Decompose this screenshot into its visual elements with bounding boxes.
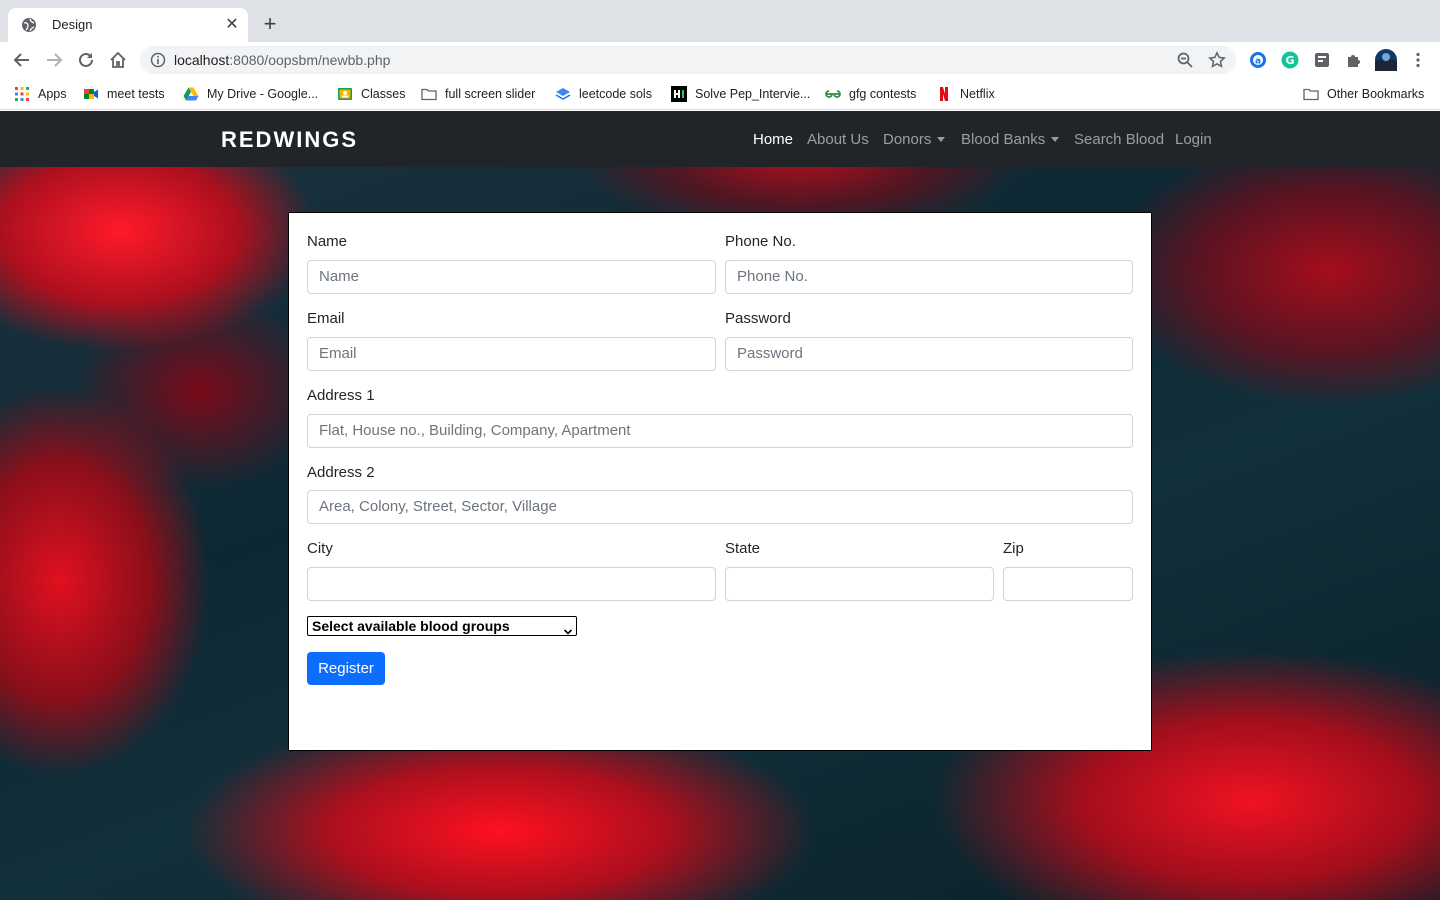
address1-input[interactable]: Flat, House no., Building, Company, Apar… <box>307 414 1133 448</box>
nav-donors-dropdown[interactable]: Donors <box>883 131 946 148</box>
bookmark-classes[interactable]: Classes <box>337 85 405 103</box>
blood-group-select[interactable]: Select available blood groups <box>307 616 577 636</box>
bookmarks-bar: Apps meet tests My Drive - Google... Cla… <box>0 78 1440 110</box>
tab-title: Design <box>52 17 93 32</box>
folder-icon <box>421 86 437 102</box>
bookmark-label: My Drive - Google... <box>207 87 319 101</box>
city-label: City <box>307 540 333 557</box>
bookmark-label: full screen slider <box>445 87 536 101</box>
phone-label: Phone No. <box>725 233 796 250</box>
brand-logo[interactable]: REDWINGS <box>221 127 358 153</box>
back-arrow-icon[interactable] <box>10 48 34 72</box>
bookmark-label: Classes <box>361 87 406 101</box>
bookmark-meet-tests[interactable]: meet tests <box>83 85 165 103</box>
bookmark-solve-pep[interactable]: Solve Pep_Intervie... <box>671 85 810 103</box>
svg-text:a: a <box>1255 57 1261 67</box>
nav-home[interactable]: Home <box>753 131 793 148</box>
browser-tabstrip: Design ✕ + <box>0 0 1440 42</box>
gfg-icon <box>825 86 841 102</box>
bookmark-leetcode-sols[interactable]: leetcode sols <box>555 85 652 103</box>
blood-group-select-label: Select available blood groups <box>312 618 510 634</box>
bookmark-label: Other Bookmarks <box>1327 87 1425 101</box>
bookmark-netflix[interactable]: Netflix <box>936 85 995 103</box>
email-input[interactable]: Email <box>307 337 716 371</box>
state-input[interactable] <box>725 567 994 601</box>
address2-label: Address 2 <box>307 464 375 481</box>
nav-about-us[interactable]: About Us <box>807 131 869 148</box>
profile-avatar[interactable] <box>1374 48 1398 72</box>
zip-input[interactable] <box>1003 567 1133 601</box>
bookmark-my-drive[interactable]: My Drive - Google... <box>183 85 318 103</box>
bookmark-full-screen-slider[interactable]: full screen slider <box>421 85 535 103</box>
address1-label: Address 1 <box>307 387 375 404</box>
address2-input[interactable]: Area, Colony, Street, Sector, Village <box>307 490 1133 524</box>
bookmark-label: meet tests <box>107 87 165 101</box>
bookmark-label: leetcode sols <box>579 87 652 101</box>
nav-donors-label: Donors <box>883 131 932 148</box>
netflix-icon <box>936 86 952 102</box>
city-input[interactable] <box>307 567 716 601</box>
nav-blood-banks-dropdown[interactable]: Blood Banks <box>961 131 1060 148</box>
google-classroom-icon <box>337 86 353 102</box>
caret-down-icon <box>937 136 946 142</box>
globe-icon <box>21 17 37 33</box>
register-button[interactable]: Register <box>307 652 385 685</box>
hackerrank-icon <box>671 86 687 102</box>
nav-search-blood[interactable]: Search Blood <box>1074 131 1164 148</box>
bookmark-label: gfg contests <box>849 87 917 101</box>
bookmark-label: Solve Pep_Intervie... <box>695 87 811 101</box>
puzzle-extensions-icon[interactable] <box>1344 50 1364 70</box>
reload-icon[interactable] <box>74 48 98 72</box>
kebab-menu-icon[interactable] <box>1408 50 1428 70</box>
browser-tab[interactable]: Design ✕ <box>8 8 248 42</box>
extension-doc-icon[interactable] <box>1312 50 1332 70</box>
apps-grid-icon <box>14 86 30 102</box>
stack-icon <box>555 86 571 102</box>
site-navbar: REDWINGS Home About Us Donors Blood Bank… <box>0 111 1440 167</box>
state-label: State <box>725 540 761 557</box>
zoom-icon[interactable] <box>1176 51 1194 69</box>
close-tab-icon[interactable]: ✕ <box>222 15 242 35</box>
nav-blood-banks-label: Blood Banks <box>961 131 1046 148</box>
bookmark-apps[interactable]: Apps <box>14 85 67 103</box>
bookmark-label: Netflix <box>960 87 995 101</box>
chevron-down-icon <box>563 622 573 635</box>
page-background: REDWINGS Home About Us Donors Blood Bank… <box>0 111 1440 900</box>
folder-icon <box>1303 86 1319 102</box>
password-label: Password <box>725 310 791 327</box>
password-input[interactable]: Password <box>725 337 1133 371</box>
home-icon[interactable] <box>106 48 130 72</box>
browser-toolbar: localhost:8080/oopsbm/newbb.php a G <box>0 42 1440 78</box>
extension-a-icon[interactable]: a <box>1248 50 1268 70</box>
name-label: Name <box>307 233 348 250</box>
bookmark-gfg-contests[interactable]: gfg contests <box>825 85 916 103</box>
email-label: Email <box>307 310 345 327</box>
name-input[interactable]: Name <box>307 260 716 294</box>
zip-label: Zip <box>1003 540 1024 557</box>
address-bar[interactable]: localhost:8080/oopsbm/newbb.php <box>140 46 1236 74</box>
url-text: localhost:8080/oopsbm/newbb.php <box>174 52 391 68</box>
google-drive-icon <box>183 86 199 102</box>
forward-arrow-icon[interactable] <box>42 48 66 72</box>
bookmark-other-bookmarks[interactable]: Other Bookmarks <box>1303 85 1424 103</box>
nav-login[interactable]: Login <box>1175 131 1212 148</box>
google-meet-icon <box>83 86 99 102</box>
bookmark-label: Apps <box>38 87 67 101</box>
phone-input[interactable]: Phone No. <box>725 260 1133 294</box>
svg-text:G: G <box>1285 54 1294 67</box>
new-tab-icon[interactable]: + <box>258 13 282 37</box>
blood-bank-registration-form: Name Name Phone No. Phone No. Email Emai… <box>288 212 1152 751</box>
info-icon[interactable] <box>150 52 166 68</box>
grammarly-icon[interactable]: G <box>1280 50 1300 70</box>
caret-down-icon <box>1051 136 1060 142</box>
bookmark-star-icon[interactable] <box>1208 51 1226 69</box>
